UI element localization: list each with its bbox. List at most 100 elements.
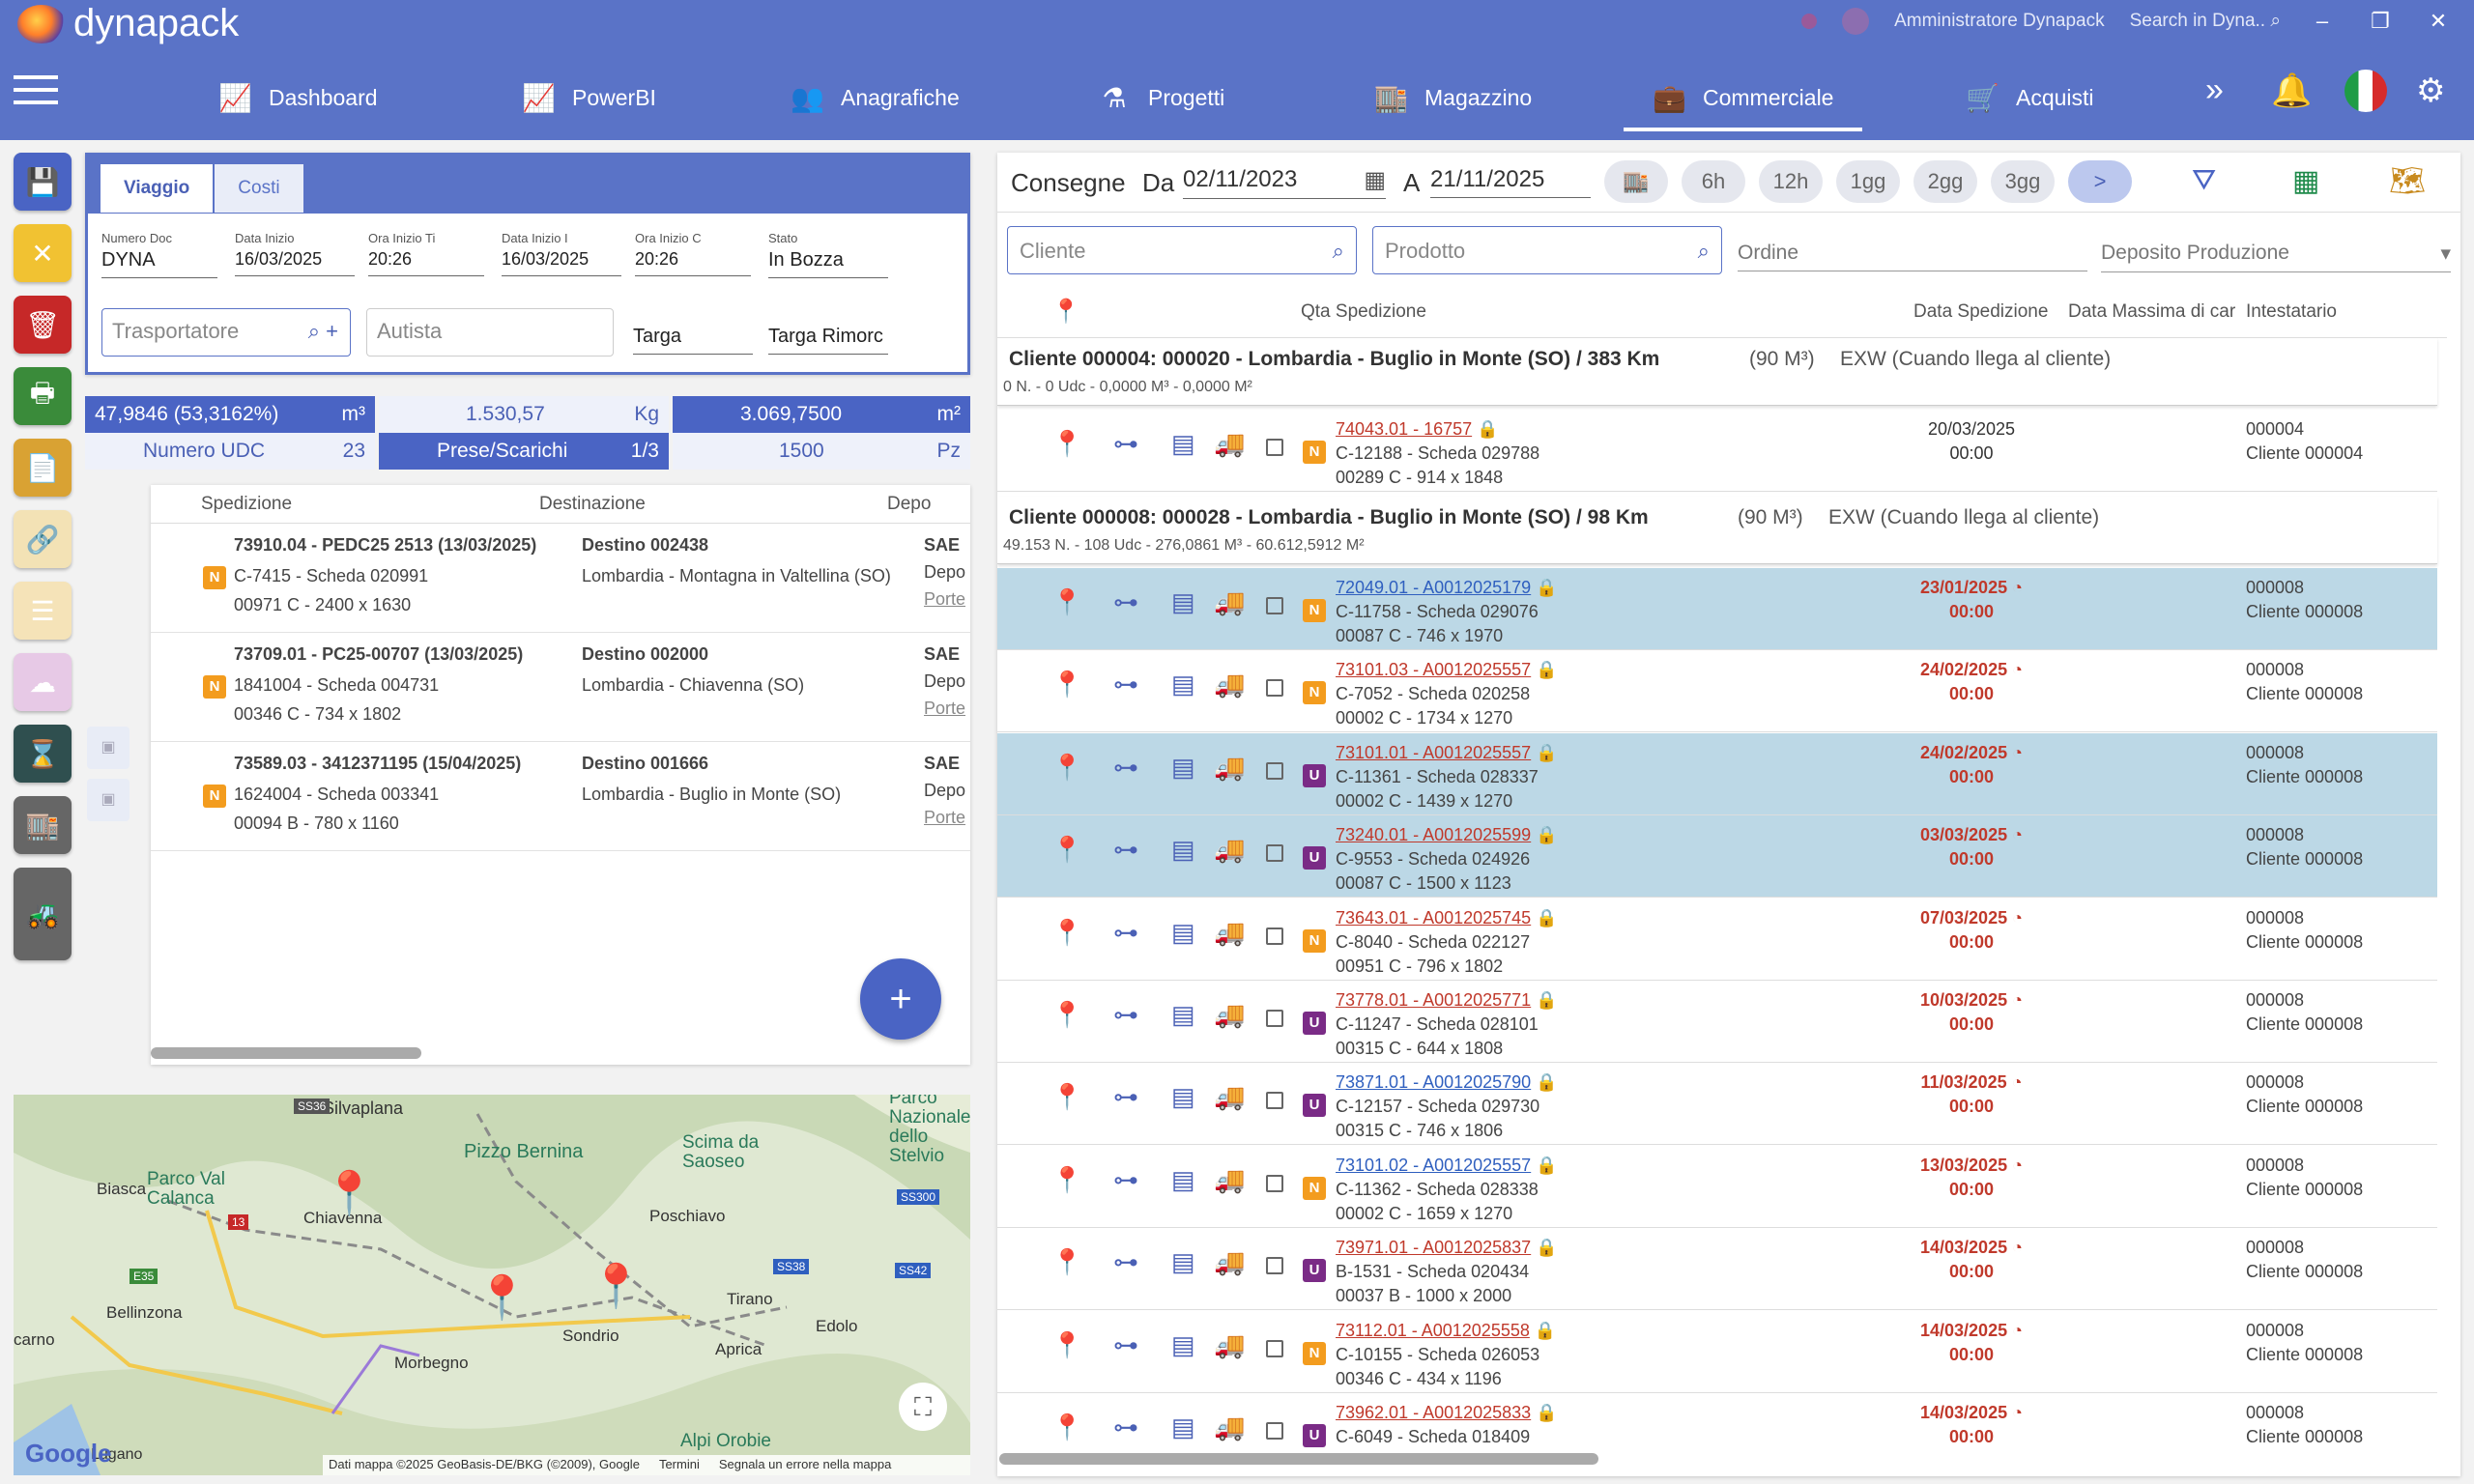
list-icon[interactable]: ▤ <box>1171 1165 1195 1195</box>
truck-icon[interactable]: 🚚 <box>1214 918 1245 948</box>
side-action-icon[interactable]: ▣ <box>87 727 129 769</box>
list-icon[interactable]: ▤ <box>1171 429 1195 459</box>
targa-input[interactable]: Targa <box>633 322 753 355</box>
row-checkbox[interactable] <box>1266 927 1283 945</box>
order-link[interactable]: 73112.01 - A0012025558 <box>1336 1321 1530 1340</box>
nav-magazzino[interactable]: 🏬 Magazzino <box>1374 68 1532 128</box>
order-link[interactable]: 73101.03 - A0012025557 <box>1336 660 1531 679</box>
list-icon[interactable]: ▤ <box>1171 1000 1195 1030</box>
map-pin-icon[interactable]: 📍 <box>323 1168 376 1218</box>
global-search[interactable]: Search in Dyna.. ⌕ <box>2130 11 2281 32</box>
ordine-input[interactable]: Ordine <box>1738 242 2087 271</box>
hierarchy-icon[interactable]: ⊶ <box>1113 429 1138 459</box>
nav-commerciale[interactable]: 💼 Commerciale <box>1623 68 1864 131</box>
deposito-select[interactable]: Deposito Produzione ▾ <box>2101 242 2451 272</box>
horizontal-scrollbar[interactable] <box>151 1047 421 1059</box>
map-pin-icon[interactable]: 📍 <box>590 1261 643 1311</box>
table-row[interactable]: 📍 ⊶ ▤ 🚚 N 72049.01 - A0012025179 🔒 C-11758 - S… <box>997 568 2437 650</box>
add-location-icon[interactable]: 📍 <box>1051 298 1080 326</box>
group-header[interactable]: Cliente 000008: 000028 - Lombardia - Bug… <box>997 497 2437 564</box>
col-qta-spedizione[interactable]: Qta Spedizione <box>1301 301 1426 323</box>
table-row[interactable]: 📍 ⊶ ▤ 🚚 U 73778.01 - A0012025771 🔒 C-11247 - S… <box>997 981 2437 1063</box>
close-window-button[interactable]: ✕ <box>2422 9 2455 34</box>
order-link[interactable]: 73962.01 - A0012025833 <box>1336 1403 1531 1422</box>
row-checkbox[interactable] <box>1266 1422 1283 1440</box>
order-link[interactable]: 73101.02 - A0012025557 <box>1336 1156 1531 1175</box>
table-row[interactable]: 📍 ⊶ ▤ 🚚 U 73962.01 - A0012025833 🔒 C-6049 - Sc… <box>997 1393 2437 1459</box>
next-chip[interactable]: > <box>2068 160 2132 203</box>
data-inizio-t-field[interactable]: Data Inizio 16/03/2025 <box>235 231 355 276</box>
chip-12h[interactable]: 12h <box>1759 160 1823 203</box>
order-link[interactable]: 73240.01 - A0012025599 <box>1336 825 1531 844</box>
hierarchy-icon[interactable]: ⊶ <box>1113 835 1138 865</box>
autista-input[interactable]: Autista <box>366 308 614 357</box>
data-inizio-c-field[interactable]: Data Inizio I 16/03/2025 <box>502 231 621 276</box>
user-name[interactable]: Amministratore Dynapack <box>1894 11 2105 32</box>
row-checkbox[interactable] <box>1266 1339 1283 1357</box>
col-intestatario[interactable]: Intestatario <box>2246 301 2337 323</box>
cancel-button[interactable]: ✕ <box>14 224 72 282</box>
add-location-icon[interactable]: 📍 <box>1051 1247 1082 1277</box>
add-location-icon[interactable]: 📍 <box>1051 1082 1082 1112</box>
record-icon[interactable] <box>1801 14 1818 29</box>
col-data-spedizione[interactable]: Data Spedizione <box>1913 301 2048 323</box>
add-location-icon[interactable]: 📍 <box>1051 1165 1082 1195</box>
map-pin-icon[interactable]: 📍 <box>475 1272 529 1323</box>
depo-line[interactable]: Porte <box>924 808 965 828</box>
list-icon[interactable]: ▤ <box>1171 1082 1195 1112</box>
depo-line[interactable]: Porte <box>924 699 965 719</box>
add-location-icon[interactable]: 📍 <box>1051 429 1082 459</box>
table-row[interactable]: 73709.01 - PC25-00707 (13/03/2025) N 18410… <box>151 633 970 742</box>
map[interactable]: Silvaplana Pizzo Bernina Scima da Saoseo… <box>14 1095 970 1475</box>
hierarchy-icon[interactable]: ⊶ <box>1113 1247 1138 1277</box>
minimize-button[interactable]: – <box>2306 9 2339 34</box>
col-data-massima[interactable]: Data Massima di car <box>2068 301 2235 323</box>
bell-icon[interactable]: 🔔 <box>2271 71 2312 110</box>
col-depo[interactable]: Depo <box>887 494 931 515</box>
table-row[interactable]: 📍 ⊶ ▤ 🚚 U 73971.01 - A0012025837 🔒 B-1531 - Sc… <box>997 1228 2437 1311</box>
terms-link[interactable]: Termini <box>659 1457 700 1473</box>
add-location-icon[interactable]: 📍 <box>1051 835 1082 865</box>
report-link[interactable]: Segnala un errore nella mappa <box>719 1457 892 1473</box>
hierarchy-icon[interactable]: ⊶ <box>1113 1330 1138 1360</box>
table-row[interactable]: 📍 ⊶ ▤ 🚚 U 73871.01 - A0012025790 🔒 C-12157 - S… <box>997 1063 2437 1146</box>
hierarchy-icon[interactable]: ⊶ <box>1113 670 1138 699</box>
chip-1gg[interactable]: 1gg <box>1836 160 1900 203</box>
row-checkbox[interactable] <box>1266 1174 1283 1192</box>
row-checkbox[interactable] <box>1266 1092 1283 1110</box>
group-header[interactable]: Cliente 000004: 000020 - Lombardia - Bug… <box>997 338 2437 406</box>
hierarchy-icon[interactable]: ⊶ <box>1113 1413 1138 1442</box>
row-checkbox[interactable] <box>1266 761 1283 780</box>
truck-icon[interactable]: 🚚 <box>1214 670 1245 699</box>
nav-dashboard[interactable]: 📈 Dashboard <box>218 68 378 128</box>
filter-icon[interactable]: ⛛ <box>2192 164 2216 197</box>
cloud-button[interactable]: ☁ <box>14 653 72 711</box>
add-location-icon[interactable]: 📍 <box>1051 1413 1082 1442</box>
ora-inizio-c-field[interactable]: Ora Inizio C 20:26 <box>635 231 751 276</box>
targa-rimorchio-input[interactable]: Targa Rimorc <box>768 322 888 355</box>
table-row[interactable]: 73589.03 - 3412371195 (15/04/2025) N 16240… <box>151 742 970 851</box>
table-row[interactable]: 📍 ⊶ ▤ 🚚 N 73643.01 - A0012025745 🔒 C-8040 - Sc… <box>997 899 2437 981</box>
numero-doc-field[interactable]: Numero Doc DYNA <box>101 231 217 278</box>
nav-anagrafiche[interactable]: 👥 Anagrafiche <box>791 68 960 128</box>
da-date-input[interactable]: 02/11/2023 ▦ <box>1183 166 1386 199</box>
truck-icon[interactable]: 🚚 <box>1214 1000 1245 1030</box>
add-list-button[interactable]: ☰ <box>14 582 72 640</box>
nav-powerbi[interactable]: 📈 PowerBI <box>522 68 656 128</box>
add-location-icon[interactable]: 📍 <box>1051 587 1082 617</box>
add-location-icon[interactable]: 📍 <box>1051 1000 1082 1030</box>
truck-icon[interactable]: 🚚 <box>1214 835 1245 865</box>
add-location-icon[interactable]: 📍 <box>1051 670 1082 699</box>
row-checkbox[interactable] <box>1266 597 1283 614</box>
ora-inizio-t-field[interactable]: Ora Inizio Ti 20:26 <box>368 231 484 276</box>
row-checkbox[interactable] <box>1266 679 1283 698</box>
hourglass-button[interactable]: ⌛ <box>14 725 72 783</box>
order-link[interactable]: 73971.01 - A0012025837 <box>1336 1238 1531 1257</box>
document-button[interactable]: 📄 <box>14 439 72 497</box>
warehouse-chip-icon[interactable]: 🏬 <box>1604 160 1668 203</box>
nav-acquisti[interactable]: 🛒 Acquisti <box>1966 68 2094 128</box>
truck-icon[interactable]: 🚚 <box>1214 1165 1245 1195</box>
truck-icon[interactable]: 🚚 <box>1214 587 1245 617</box>
a-date-input[interactable]: 21/11/2025 <box>1430 166 1591 198</box>
list-icon[interactable]: ▤ <box>1171 1247 1195 1277</box>
